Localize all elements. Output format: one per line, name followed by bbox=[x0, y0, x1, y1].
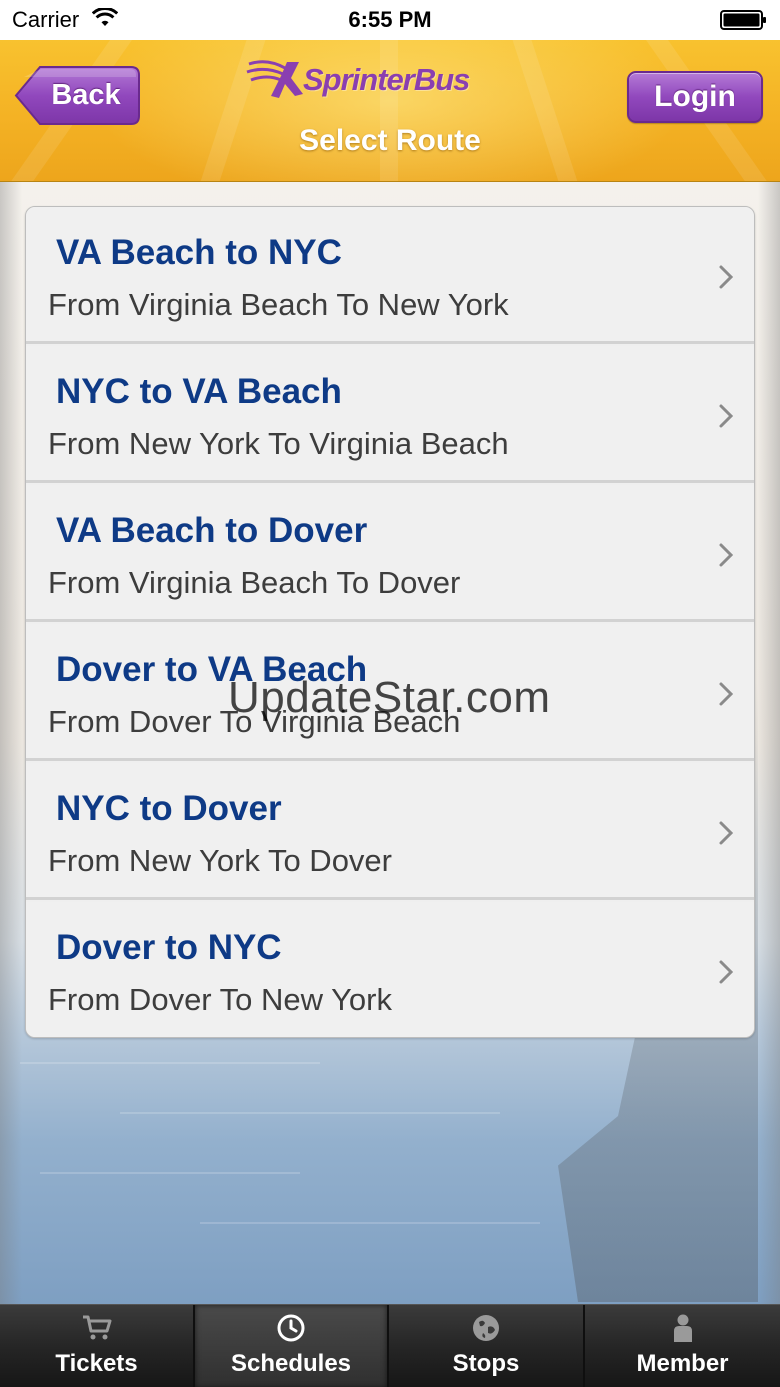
status-time: 6:55 PM bbox=[348, 7, 432, 32]
chevron-right-icon bbox=[719, 265, 734, 289]
watermark: UpdateStar.com bbox=[228, 673, 551, 722]
battery-icon bbox=[720, 9, 768, 36]
route-title: VA Beach to Dover bbox=[56, 511, 368, 550]
chevron-right-icon bbox=[719, 682, 734, 706]
tab-label: Tickets bbox=[55, 1350, 138, 1377]
route-item-va-beach-to-nyc[interactable]: VA Beach to NYC From Virginia Beach To N… bbox=[26, 207, 754, 344]
person-icon bbox=[673, 1314, 692, 1342]
route-list: VA Beach to NYC From Virginia Beach To N… bbox=[25, 206, 755, 1038]
water-ripple bbox=[120, 1112, 500, 1114]
route-subtitle: From Virginia Beach To New York bbox=[48, 287, 509, 322]
route-item-va-beach-to-dover[interactable]: VA Beach to Dover From Virginia Beach To… bbox=[26, 485, 754, 622]
route-subtitle: From New York To Dover bbox=[48, 843, 392, 878]
route-title: NYC to Dover bbox=[56, 789, 282, 828]
route-subtitle: From New York To Virginia Beach bbox=[48, 426, 509, 461]
cart-icon bbox=[82, 1315, 111, 1340]
chevron-right-icon bbox=[719, 960, 734, 984]
route-subtitle: From Virginia Beach To Dover bbox=[48, 565, 461, 600]
clock-icon bbox=[277, 1314, 305, 1342]
water-ripple bbox=[40, 1172, 300, 1174]
status-bar: Carrier 6:55 PM bbox=[0, 0, 780, 40]
logo-text: SprinterBus bbox=[303, 62, 470, 97]
chevron-right-icon bbox=[719, 543, 734, 567]
tab-member[interactable]: Member bbox=[585, 1305, 780, 1387]
chevron-right-icon bbox=[719, 821, 734, 845]
route-title: Dover to NYC bbox=[56, 928, 282, 967]
route-title: NYC to VA Beach bbox=[56, 372, 342, 411]
route-subtitle: From Dover To New York bbox=[48, 982, 392, 1017]
back-button-label: Back bbox=[51, 79, 121, 111]
route-title: VA Beach to NYC bbox=[56, 233, 342, 272]
chevron-right-icon bbox=[719, 404, 734, 428]
route-item-nyc-to-va-beach[interactable]: NYC to VA Beach From New York To Virgini… bbox=[26, 346, 754, 483]
navigation-header: Back SprinterBus Select Route Login bbox=[0, 40, 780, 182]
tab-schedules[interactable]: Schedules bbox=[195, 1305, 389, 1387]
tab-label: Stops bbox=[452, 1350, 520, 1377]
globe-icon bbox=[473, 1315, 499, 1341]
route-item-dover-to-nyc[interactable]: Dover to NYC From Dover To New York bbox=[26, 902, 754, 1037]
tab-tickets[interactable]: Tickets bbox=[0, 1305, 195, 1387]
sprinterbus-logo: SprinterBus bbox=[245, 54, 520, 104]
tab-bar: Tickets Schedules Stops Member bbox=[0, 1304, 780, 1387]
page-title: Select Route bbox=[299, 124, 481, 157]
water-ripple bbox=[200, 1222, 540, 1224]
tab-label: Schedules bbox=[230, 1350, 352, 1377]
route-item-nyc-to-dover[interactable]: NYC to Dover From New York To Dover bbox=[26, 763, 754, 900]
login-button[interactable]: Login bbox=[627, 71, 763, 123]
water-ripple bbox=[20, 1062, 320, 1064]
tab-stops[interactable]: Stops bbox=[389, 1305, 585, 1387]
back-button[interactable]: Back bbox=[14, 65, 141, 126]
tab-label: Member bbox=[636, 1350, 729, 1377]
